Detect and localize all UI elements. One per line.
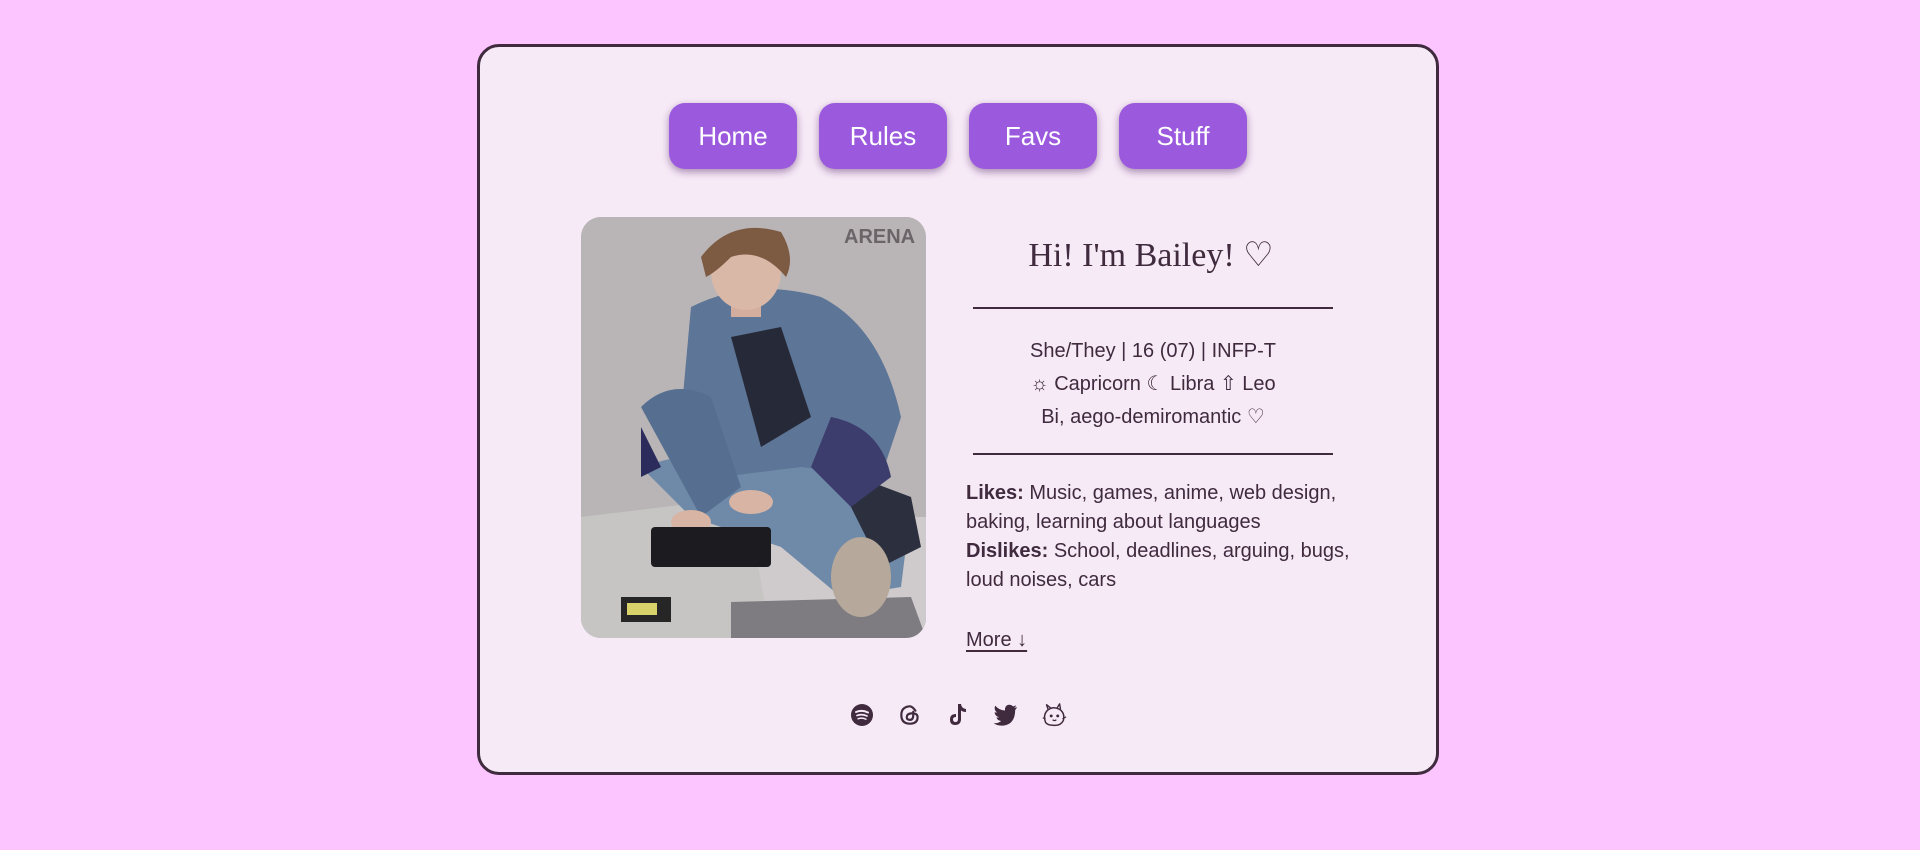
- spotify-icon[interactable]: [848, 701, 876, 729]
- threads-icon[interactable]: [896, 701, 924, 729]
- orientation: Bi, aego-demiromantic ♡: [1041, 406, 1265, 428]
- more-link[interactable]: More ↓: [966, 629, 1027, 652]
- tiktok-icon[interactable]: [944, 701, 972, 729]
- dislikes-label: Dislikes:: [966, 540, 1049, 562]
- twitter-icon[interactable]: [992, 701, 1020, 729]
- identity-info: She/They | 16 (07) | INFP-T ☼ Capricorn …: [966, 335, 1340, 434]
- photo-watermark: ARENA: [844, 226, 915, 248]
- pronouns-age-type: She/They | 16 (07) | INFP-T: [1029, 340, 1277, 362]
- nav-rules-button[interactable]: Rules: [819, 103, 947, 169]
- divider-bottom: [973, 453, 1333, 455]
- divider-top: [973, 307, 1333, 309]
- profile-photo-illustration: ARENA: [581, 217, 926, 638]
- mascot-icon[interactable]: [1040, 701, 1068, 729]
- profile-card: Home Rules Favs Stuff ARENA Hi! I'm Bail…: [477, 44, 1439, 775]
- likes-dislikes: Likes: Music, games, anime, web design, …: [966, 479, 1356, 595]
- profile-photo: ARENA: [581, 217, 926, 638]
- main-nav: Home Rules Favs Stuff: [480, 103, 1436, 169]
- social-links: [480, 701, 1436, 729]
- nav-home-button[interactable]: Home: [669, 103, 797, 169]
- nav-favs-button[interactable]: Favs: [969, 103, 1097, 169]
- greeting-heading: Hi! I'm Bailey! ♡: [1028, 237, 1274, 274]
- likes-label: Likes:: [966, 482, 1024, 504]
- zodiac-signs: ☼ Capricorn ☾ Libra ⇧ Leo: [1030, 373, 1276, 395]
- nav-stuff-button[interactable]: Stuff: [1119, 103, 1247, 169]
